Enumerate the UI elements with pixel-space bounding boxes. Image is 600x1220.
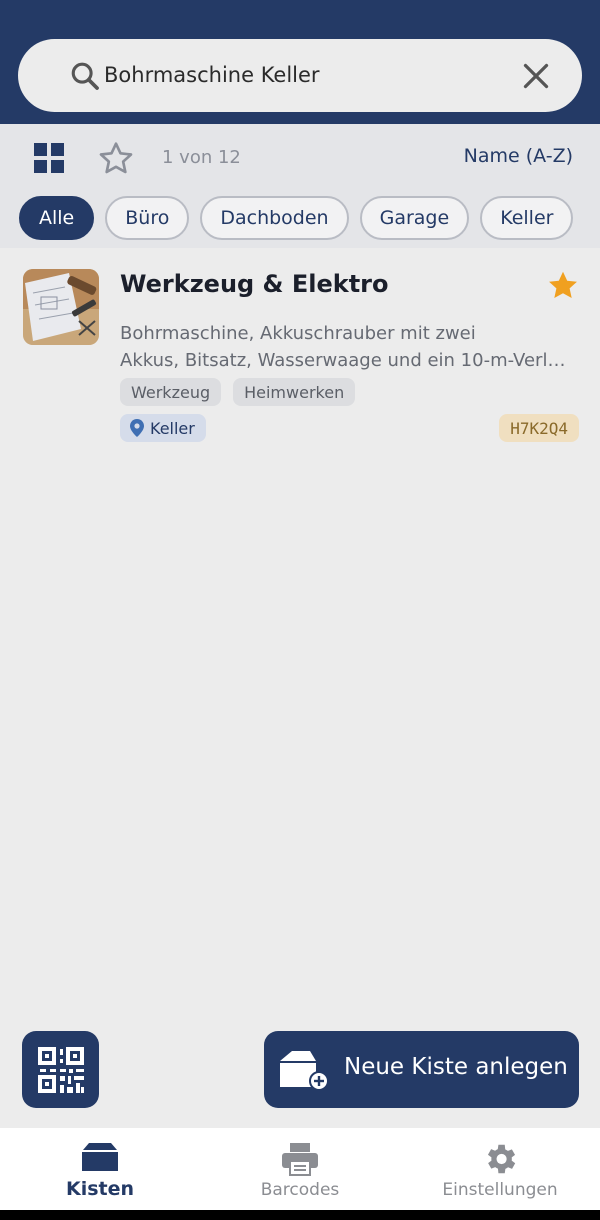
new-box-label: Neue Kiste anlegen — [344, 1054, 568, 1080]
nav-boxes-label: Kisten — [65, 1178, 135, 1200]
system-navigation-bar — [0, 1210, 600, 1220]
chip-alle[interactable]: Alle — [19, 196, 95, 240]
add-box-icon — [280, 1051, 329, 1091]
qr-code-icon — [37, 1046, 84, 1093]
location-badge: Keller — [120, 414, 206, 442]
result-count: 1 von 12 — [162, 147, 241, 168]
location-filter-chips: Alle Büro Dachboden Garage Keller — [19, 196, 574, 240]
search-bar[interactable] — [18, 39, 582, 112]
tag: Werkzeug — [120, 378, 222, 406]
chip-keller[interactable]: Keller — [480, 196, 574, 240]
new-box-button[interactable]: Neue Kiste anlegen — [264, 1031, 579, 1108]
nav-boxes[interactable]: Kisten — [0, 1128, 200, 1210]
star-filled-icon[interactable] — [545, 268, 581, 304]
tag: Heimwerken — [233, 378, 356, 406]
star-outline-icon[interactable] — [96, 139, 136, 179]
box-description-line: Akkus, Bitsatz, Wasserwaage und ein 10-m… — [120, 350, 575, 371]
search-input[interactable] — [104, 53, 504, 97]
box-code-badge: H7K2Q4 — [499, 414, 579, 442]
box-tags: Werkzeug Heimwerken — [120, 378, 356, 406]
nav-barcodes[interactable]: Barcodes — [200, 1128, 400, 1210]
sort-button[interactable]: Name (A-Z) — [464, 145, 573, 167]
printer-icon — [282, 1143, 318, 1176]
nav-settings-label: Einstellungen — [442, 1180, 558, 1200]
box-icon — [82, 1143, 118, 1171]
chip-buero[interactable]: Büro — [105, 196, 190, 240]
nav-settings[interactable]: Einstellungen — [400, 1128, 600, 1210]
box-description: Bohrmaschine, Akkuschrauber mit zwei Akk… — [120, 320, 575, 374]
qr-scan-button[interactable] — [22, 1031, 99, 1108]
nav-barcodes-label: Barcodes — [260, 1180, 340, 1200]
box-title: Werkzeug & Elektro — [120, 270, 389, 298]
box-description-line: Bohrmaschine, Akkuschrauber mit zwei — [120, 323, 476, 344]
grid-view-icon[interactable] — [32, 141, 66, 175]
chip-garage[interactable]: Garage — [359, 196, 470, 240]
gear-icon — [487, 1144, 516, 1174]
close-icon[interactable] — [518, 58, 554, 94]
location-pin-icon — [130, 419, 144, 437]
search-icon — [71, 62, 99, 90]
bottom-navigation: Kisten Barcodes Einstellungen — [0, 1128, 600, 1210]
box-thumbnail — [23, 269, 99, 345]
chip-dachboden[interactable]: Dachboden — [200, 196, 349, 240]
location-label: Keller — [150, 418, 195, 438]
